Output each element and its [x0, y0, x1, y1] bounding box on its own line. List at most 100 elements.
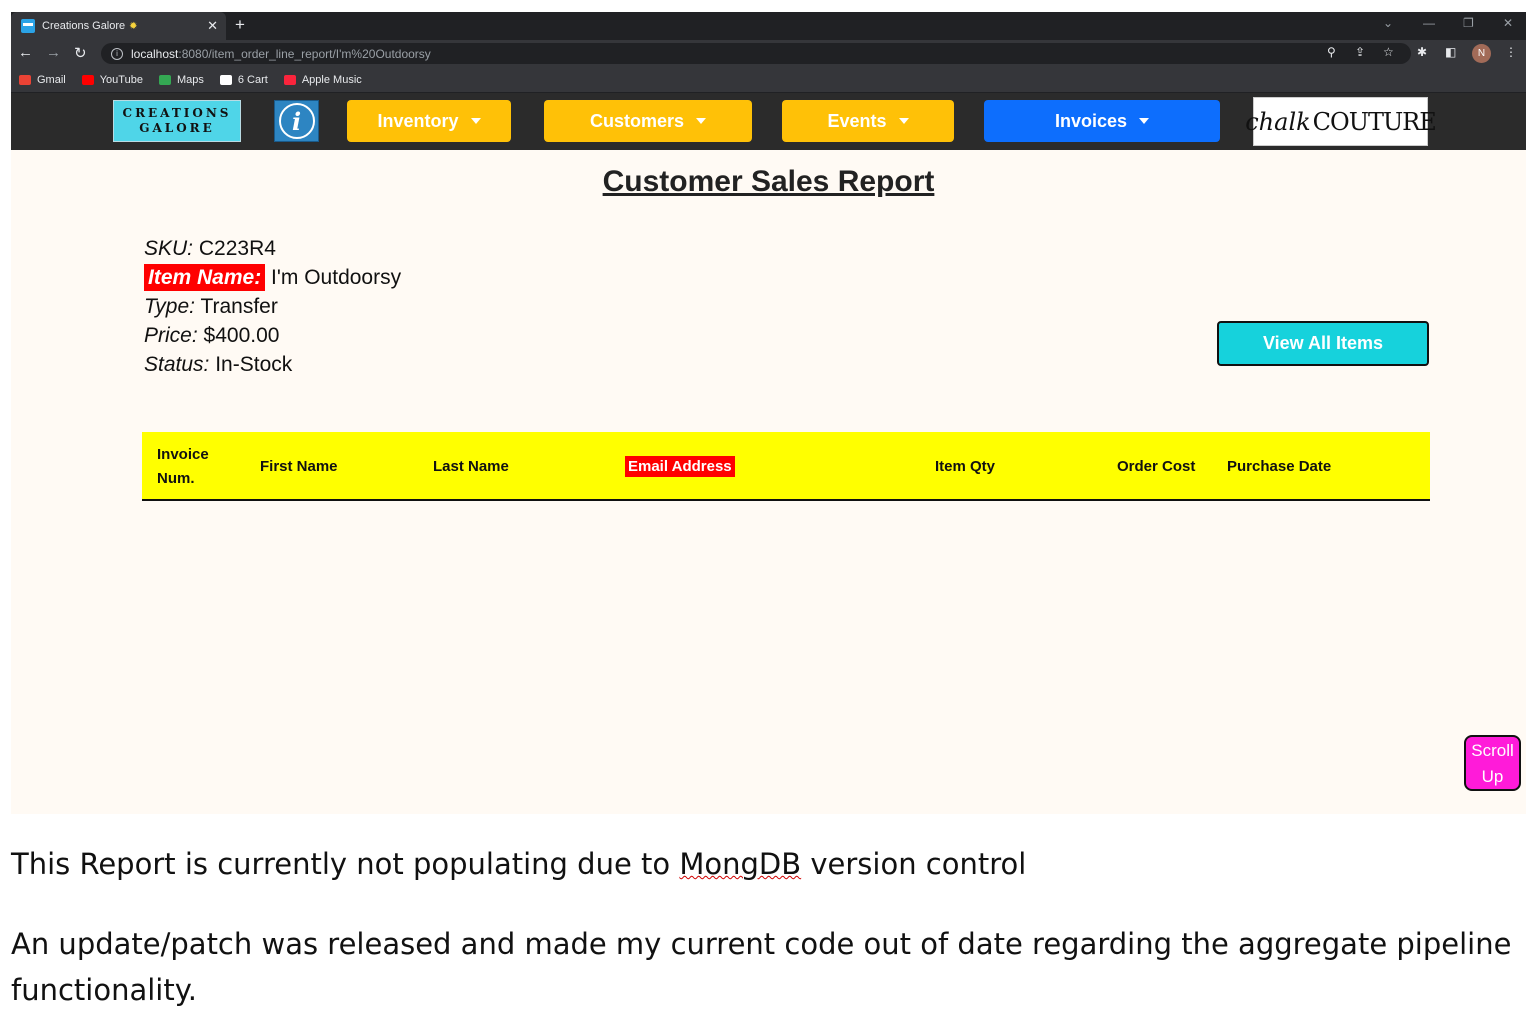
- share-icon[interactable]: ⇪: [1355, 45, 1365, 59]
- events-dropdown[interactable]: Events: [782, 100, 954, 142]
- back-arrow-icon[interactable]: ←: [18, 44, 33, 61]
- events-label: Events: [827, 110, 887, 131]
- col-order-cost[interactable]: Order Cost: [1117, 432, 1195, 501]
- scroll-up-button[interactable]: Scroll Up: [1464, 735, 1521, 791]
- bookmark-label: Apple Music: [301, 73, 362, 86]
- page-title: Customer Sales Report: [602, 165, 935, 198]
- bookmarks-bar: Gmail YouTube Maps 6 Cart Apple Music: [11, 67, 1526, 93]
- brand-caps: COUTURE: [1312, 107, 1437, 136]
- gmail-icon: [19, 74, 31, 85]
- bookmark-label: YouTube: [99, 73, 143, 86]
- new-tab-icon[interactable]: +: [235, 15, 245, 35]
- bookmark-cart[interactable]: 6 Cart: [219, 73, 268, 86]
- browser-window: Creations Galore ✹ ✕ + ⌄ — ❐ ✕ ← → ↻ i l…: [11, 12, 1526, 814]
- col-last-name[interactable]: Last Name: [433, 432, 509, 501]
- caret-down-icon: [470, 118, 481, 124]
- url-path: :8080/item_order_line_report/I'm%20Outdo…: [178, 46, 431, 61]
- caption-text: This Report is currently not populating …: [11, 847, 680, 881]
- invoices-dropdown[interactable]: Invoices: [984, 100, 1220, 142]
- item-name-label: Item Name:: [144, 264, 266, 291]
- info-button[interactable]: i: [274, 100, 319, 142]
- inventory-dropdown[interactable]: Inventory: [347, 100, 511, 142]
- inventory-label: Inventory: [377, 110, 459, 131]
- creations-galore-logo[interactable]: CREATIONS GALORE: [113, 100, 241, 142]
- col-invoice-num[interactable]: Invoice Num.: [157, 432, 209, 501]
- item-name-value: I'm Outdoorsy: [271, 266, 402, 289]
- sku-label: SKU:: [144, 237, 194, 260]
- extensions-puzzle-icon[interactable]: ✱: [1417, 45, 1427, 59]
- status-label: Status:: [144, 353, 210, 376]
- bookmark-star-icon[interactable]: ☆: [1383, 45, 1394, 59]
- tab-search-chevron-icon[interactable]: ⌄: [1383, 16, 1393, 30]
- sku-row: SKU: C223R4: [144, 234, 401, 263]
- bookmark-apple-music[interactable]: Apple Music: [283, 73, 362, 86]
- col-email-address[interactable]: Email Address: [625, 432, 735, 501]
- menu-kebab-icon[interactable]: ⋮: [1505, 45, 1517, 59]
- caption-text: version control: [801, 847, 1027, 881]
- view-all-items-button[interactable]: View All Items: [1217, 321, 1429, 366]
- sku-value: C223R4: [198, 237, 276, 260]
- customers-label: Customers: [589, 110, 685, 131]
- window-close-icon[interactable]: ✕: [1503, 16, 1513, 30]
- col-first-name[interactable]: First Name: [260, 432, 338, 501]
- price-row: Price: $400.00: [144, 321, 401, 350]
- close-tab-icon[interactable]: ✕: [207, 18, 218, 34]
- scroll-up-line1: Scroll: [1471, 741, 1514, 760]
- reload-icon[interactable]: ↻: [74, 44, 87, 62]
- status-row: Status: In-Stock: [144, 350, 401, 379]
- zoom-icon[interactable]: ⚲: [1327, 45, 1336, 59]
- forward-arrow-icon[interactable]: →: [46, 44, 61, 61]
- minimize-icon[interactable]: —: [1423, 16, 1435, 30]
- side-panel-icon[interactable]: ◧: [1445, 45, 1456, 59]
- invoices-label: Invoices: [1054, 110, 1128, 131]
- invoice-line1: Invoice: [157, 445, 209, 463]
- col-item-qty[interactable]: Item Qty: [935, 432, 995, 501]
- type-value: Transfer: [200, 295, 278, 318]
- tab-bar: Creations Galore ✹ ✕ + ⌄ — ❐ ✕: [11, 12, 1526, 40]
- invoice-header: Invoice Num.: [157, 443, 209, 491]
- caret-down-icon: [696, 118, 707, 124]
- scroll-up-line2: Up: [1481, 767, 1504, 786]
- address-bar-row: ← → ↻ i localhost :8080/item_order_line_…: [11, 40, 1526, 67]
- sales-table-header: Invoice Num. First Name Last Name Email …: [142, 432, 1430, 501]
- url-input[interactable]: i localhost :8080/item_order_line_report…: [101, 43, 1411, 64]
- bookmark-youtube[interactable]: YouTube: [81, 73, 143, 86]
- app-navbar: CREATIONS GALORE i Inventory Customers E…: [11, 93, 1526, 150]
- tab-title: Creations Galore: [42, 20, 126, 32]
- profile-avatar[interactable]: N: [1472, 44, 1491, 63]
- status-value: In-Stock: [215, 353, 293, 376]
- logo-line2: GALORE: [139, 121, 215, 135]
- item-name-row: Item Name: I'm Outdoorsy: [144, 263, 401, 292]
- info-icon: i: [278, 103, 315, 139]
- url-host: localhost: [131, 46, 179, 61]
- maps-icon: [158, 74, 171, 85]
- browser-tab[interactable]: Creations Galore ✹ ✕: [11, 12, 226, 40]
- price-label: Price:: [144, 324, 198, 347]
- bookmark-gmail[interactable]: Gmail: [19, 74, 66, 86]
- invoice-line2: Num.: [157, 469, 195, 487]
- price-value: $400.00: [203, 324, 280, 347]
- music-note-icon: [283, 74, 296, 85]
- type-label: Type:: [144, 295, 195, 318]
- email-header: Email Address: [625, 456, 735, 477]
- customers-dropdown[interactable]: Customers: [544, 100, 752, 142]
- col-purchase-date[interactable]: Purchase Date: [1227, 432, 1331, 501]
- site-favicon-icon: [21, 19, 35, 33]
- bookmark-label: Gmail: [37, 73, 66, 86]
- site-info-icon[interactable]: i: [111, 47, 123, 60]
- bookmark-label: 6 Cart: [237, 73, 268, 86]
- misspelled-term: MongDB: [679, 847, 802, 881]
- amazon-icon: [219, 74, 232, 85]
- item-details: SKU: C223R4 Item Name: I'm Outdoorsy Typ…: [144, 234, 401, 379]
- sparkle-icon: ✹: [129, 20, 138, 32]
- chalk-couture-logo[interactable]: chalk COUTURE: [1245, 97, 1437, 146]
- caption-line1: This Report is currently not populating …: [11, 847, 1026, 881]
- restore-icon[interactable]: ❐: [1463, 16, 1474, 30]
- logo-line1: CREATIONS: [122, 106, 232, 120]
- caret-down-icon: [1139, 118, 1150, 124]
- bookmark-maps[interactable]: Maps: [158, 73, 204, 86]
- brand-script: chalk: [1245, 107, 1311, 136]
- bookmark-label: Maps: [176, 73, 204, 86]
- caption-line2: An update/patch was released and made my…: [11, 927, 1512, 1007]
- report-content: Customer Sales Report SKU: C223R4 Item N…: [11, 150, 1526, 814]
